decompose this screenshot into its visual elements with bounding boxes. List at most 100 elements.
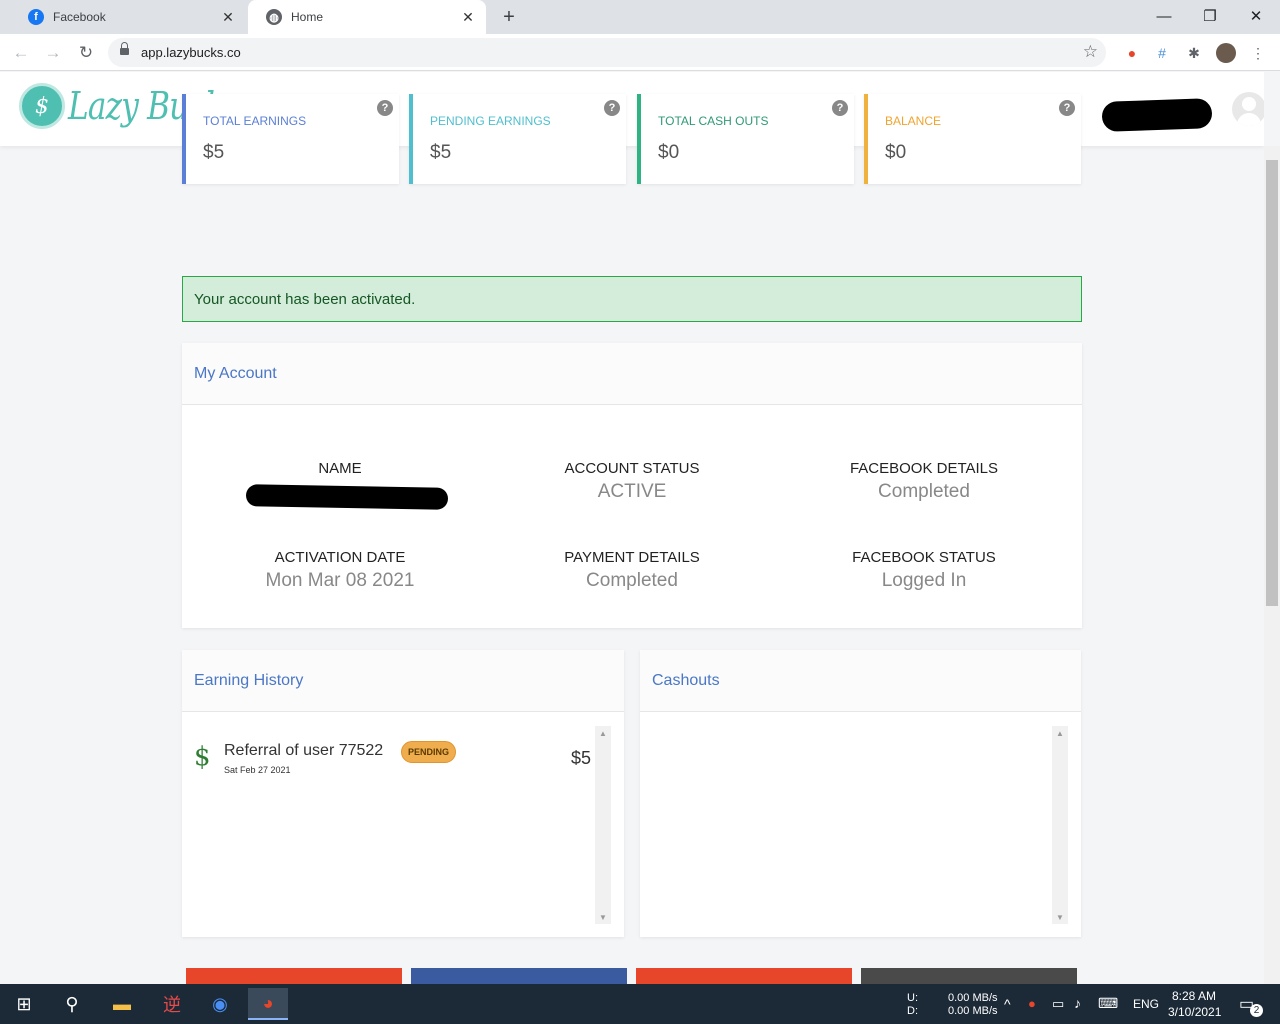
forward-button[interactable]: → <box>41 41 65 65</box>
download-label: D: <box>907 1005 918 1017</box>
logo-icon[interactable]: $ <box>19 83 65 129</box>
help-icon[interactable]: ? <box>377 100 393 116</box>
clock-time[interactable]: 8:28 AM <box>1172 989 1216 1003</box>
account-label: NAME <box>318 460 362 477</box>
account-label: ACCOUNT STATUS <box>564 460 700 477</box>
action-button-1[interactable] <box>186 968 402 984</box>
account-label: FACEBOOK DETAILS <box>849 460 999 477</box>
profile-avatar-icon[interactable] <box>1215 42 1237 64</box>
help-icon[interactable]: ? <box>832 100 848 116</box>
account-label: PAYMENT DETAILS <box>564 549 700 566</box>
facebook-details: FACEBOOK DETAILS Completed <box>794 460 1054 503</box>
address-bar[interactable]: app.lazybucks.co ☆ <box>108 38 1106 67</box>
stat-label: TOTAL EARNINGS <box>203 114 307 128</box>
cashouts-panel: Cashouts <box>640 650 1081 937</box>
stat-card-balance: BALANCE $0 ? <box>864 94 1081 184</box>
user-avatar-icon[interactable] <box>1232 92 1264 126</box>
scroll-up-icon[interactable]: ▲ <box>1052 726 1068 740</box>
search-icon[interactable]: ⚲ <box>52 988 92 1020</box>
stat-label: PENDING EARNINGS <box>430 114 551 128</box>
lock-icon <box>120 42 129 58</box>
stat-value: $5 <box>203 142 225 163</box>
redacted-name <box>245 484 449 510</box>
close-tab-icon[interactable]: ✕ <box>460 9 476 25</box>
close-window-button[interactable]: ✕ <box>1244 4 1268 28</box>
browser-tab-bar: f Facebook ✕ ◍ Home ✕ + — ❐ ✕ <box>0 0 1280 34</box>
upload-label: U: <box>907 992 918 1004</box>
stat-label: TOTAL CASH OUTS <box>658 114 769 128</box>
page-scrollbar[interactable] <box>1264 146 1280 984</box>
help-icon[interactable]: ? <box>1059 100 1075 116</box>
keyboard-icon[interactable]: ⌨ <box>1098 995 1118 1012</box>
restore-button[interactable]: ❐ <box>1198 4 1222 28</box>
bookmark-star-icon[interactable]: ☆ <box>1083 42 1098 62</box>
facebook-icon: f <box>28 9 44 25</box>
action-button-3[interactable] <box>636 968 852 984</box>
language-indicator[interactable]: ENG <box>1133 997 1159 1011</box>
success-alert: Your account has been activated. <box>182 276 1082 322</box>
volume-icon[interactable]: ♪ <box>1074 995 1081 1011</box>
chevron-up-icon[interactable]: ^ <box>1004 996 1011 1012</box>
earning-date: Sat Feb 27 2021 <box>224 765 291 775</box>
account-name: NAME <box>210 460 470 481</box>
activation-date: ACTIVATION DATE Mon Mar 08 2021 <box>210 549 470 592</box>
account-value: Logged In <box>881 570 967 591</box>
account-value: Completed <box>586 570 678 591</box>
grid-extension-icon[interactable]: # <box>1151 42 1173 64</box>
panel-title: My Account <box>182 343 1082 405</box>
earning-scrollbar[interactable]: ▲ ▼ <box>595 726 611 924</box>
account-status: ACCOUNT STATUS ACTIVE <box>502 460 762 503</box>
scroll-down-icon[interactable]: ▼ <box>1052 910 1068 924</box>
tab-home[interactable]: ◍ Home ✕ <box>248 0 486 34</box>
close-tab-icon[interactable]: ✕ <box>220 9 236 25</box>
stat-card-pending-earnings: PENDING EARNINGS $5 ? <box>409 94 626 184</box>
stat-card-total-earnings: TOTAL EARNINGS $5 ? <box>182 94 399 184</box>
stat-card-total-cash-outs: TOTAL CASH OUTS $0 ? <box>637 94 854 184</box>
cashouts-scrollbar[interactable]: ▲ ▼ <box>1052 726 1068 924</box>
upload-speed: 0.00 MB/s <box>948 992 998 1004</box>
extension-icon[interactable]: ● <box>1121 42 1143 64</box>
scroll-down-icon[interactable]: ▼ <box>595 910 611 924</box>
account-label: FACEBOOK STATUS <box>852 549 996 566</box>
tab-title: Home <box>291 10 324 24</box>
stat-label: BALANCE <box>885 114 942 128</box>
earning-title: Referral of user 77522 <box>224 742 384 759</box>
panel-title: Earning History <box>182 650 624 712</box>
tab-facebook[interactable]: f Facebook ✕ <box>10 0 246 34</box>
windows-taskbar: ⊞ ⚲ ▬ 逆 ◉ ◕ U: D: 0.00 MB/s 0.00 MB/s ^ … <box>0 984 1280 1024</box>
tray-extension-icon[interactable]: ● <box>1028 996 1036 1011</box>
earning-amount: $5 <box>571 748 592 768</box>
download-speed: 0.00 MB/s <box>948 1005 998 1017</box>
back-button[interactable]: ← <box>9 41 33 65</box>
new-tab-button[interactable]: + <box>498 6 520 28</box>
redacted-username <box>1101 98 1213 132</box>
chrome-icon[interactable]: ◕ <box>248 988 288 1020</box>
notification-count: 2 <box>1250 1004 1263 1017</box>
reload-button[interactable]: ↻ <box>74 41 98 65</box>
minimize-button[interactable]: — <box>1152 4 1176 28</box>
network-icon[interactable]: ▭ <box>1052 996 1064 1012</box>
account-label: ACTIVATION DATE <box>274 549 406 566</box>
messenger-icon[interactable]: ◉ <box>200 988 240 1020</box>
browser-toolbar: ← → ↻ app.lazybucks.co ☆ <box>0 34 1280 71</box>
payment-details: PAYMENT DETAILS Completed <box>502 549 762 592</box>
tab-title: Facebook <box>53 10 106 24</box>
help-icon[interactable]: ? <box>604 100 620 116</box>
scroll-up-icon[interactable]: ▲ <box>595 726 611 740</box>
file-explorer-icon[interactable]: ▬ <box>102 988 142 1020</box>
windows-start-icon[interactable]: ⊞ <box>4 988 44 1020</box>
stat-value: $5 <box>430 142 452 163</box>
browser-menu-icon[interactable]: ⋮ <box>1247 42 1269 64</box>
app-icon[interactable]: 逆 <box>152 988 192 1020</box>
clock-date[interactable]: 3/10/2021 <box>1168 1005 1221 1019</box>
facebook-status: FACEBOOK STATUS Logged In <box>794 549 1054 592</box>
globe-icon: ◍ <box>266 9 282 25</box>
url-text: app.lazybucks.co <box>141 45 241 60</box>
action-button-4[interactable] <box>861 968 1077 984</box>
action-button-2[interactable] <box>411 968 627 984</box>
puzzle-icon[interactable]: ✱ <box>1183 42 1205 64</box>
stat-value: $0 <box>658 142 680 163</box>
stat-value: $0 <box>885 142 907 163</box>
scrollbar-thumb[interactable] <box>1266 160 1278 606</box>
dollar-icon: $ <box>194 742 211 772</box>
